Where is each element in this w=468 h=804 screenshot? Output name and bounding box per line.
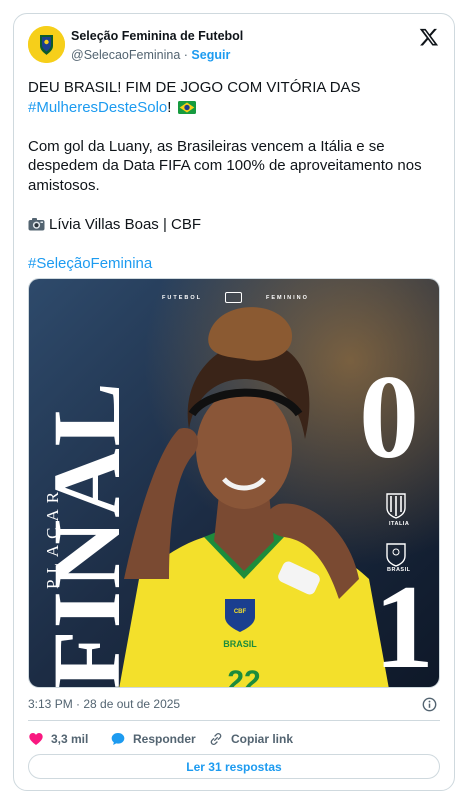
handle[interactable]: @SelecaoFeminina xyxy=(71,48,180,62)
like-button[interactable]: 3,3 mil xyxy=(28,729,88,749)
cbf-logo-icon xyxy=(225,292,242,303)
brazil-flag-icon xyxy=(177,100,196,114)
copy-link-button[interactable]: Copiar link xyxy=(208,729,293,749)
media-top-right: FEMININO xyxy=(266,295,309,301)
final-label: FINAL xyxy=(33,380,140,688)
info-icon[interactable] xyxy=(422,697,437,712)
camera-icon xyxy=(28,217,45,230)
tweet-card: Seleção Feminina de Futebol @SelecaoFemi… xyxy=(13,13,455,791)
x-logo-icon[interactable] xyxy=(419,27,439,47)
tweet-paragraph-2: Com gol da Luany, as Brasileiras vencem … xyxy=(28,137,422,194)
read-replies-button[interactable]: Ler 31 respostas xyxy=(28,754,440,779)
reply-bubble-icon xyxy=(111,733,125,745)
score-brasil: 1 xyxy=(374,560,434,688)
timestamp[interactable]: 3:13 PM · 28 de out de 2025 xyxy=(28,697,180,711)
divider xyxy=(28,720,440,721)
hashtag-link[interactable]: #SeleçãoFeminina xyxy=(28,255,152,272)
separator: · xyxy=(183,48,188,62)
reply-button[interactable]: Responder xyxy=(110,729,196,749)
tweet-line-1: DEU BRASIL! FIM DE JOGO COM VITÓRIA DAS xyxy=(28,79,361,96)
exclamation: ! xyxy=(167,98,172,116)
like-count: 3,3 mil xyxy=(51,732,89,746)
link-icon xyxy=(210,732,222,746)
action-bar: 3,3 mil Responder Copiar link xyxy=(28,729,440,749)
tweet-credit-line: Lívia Villas Boas | CBF xyxy=(28,215,446,235)
media-top-left: FUTEBOL xyxy=(162,295,202,301)
follow-button[interactable]: Seguir xyxy=(191,48,230,62)
heart-icon xyxy=(29,733,43,745)
score-italia: 0 xyxy=(359,350,419,483)
tweet-line-2: #MulheresDesteSolo! xyxy=(28,98,446,118)
hashtag-link[interactable]: #MulheresDesteSolo xyxy=(28,99,167,116)
avatar[interactable] xyxy=(28,26,65,63)
handle-row: @SelecaoFeminina · Seguir xyxy=(71,48,230,62)
photo-credit: Lívia Villas Boas | CBF xyxy=(49,215,202,233)
brasil-label: BRASIL xyxy=(387,567,411,573)
reply-label: Responder xyxy=(133,732,196,746)
italia-label: ITALIA xyxy=(389,521,410,527)
copy-link-label: Copiar link xyxy=(231,732,294,746)
tweet-image[interactable]: CBF BRASIL 22 FUTEBOL FEMININO PLACAR FI… xyxy=(28,278,440,688)
display-name[interactable]: Seleção Feminina de Futebol xyxy=(71,29,243,43)
crest-text: CBF xyxy=(234,609,247,615)
jersey-number: 22 xyxy=(227,665,260,688)
tweet-text: DEU BRASIL! FIM DE JOGO COM VITÓRIA DAS … xyxy=(28,78,446,273)
jersey-text: BRASIL xyxy=(223,639,257,649)
